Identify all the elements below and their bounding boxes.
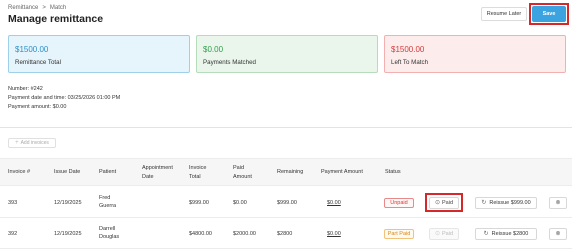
- header-invoice-total-line2: Total: [189, 174, 201, 180]
- left-to-match-card: $1500.00 Left To Match: [384, 35, 566, 73]
- close-circle-icon: ⊗: [555, 231, 561, 237]
- row-issue-date: 12/19/2025: [54, 231, 82, 237]
- table-row: 393 12/19/2025 Fred Guerra $999.00 $0.00…: [0, 188, 572, 218]
- mark-paid-label: Paid: [442, 231, 454, 237]
- reissue-button[interactable]: ↻ Reissue $2800: [475, 228, 537, 240]
- header-invoice-total-line1: Invoice: [189, 165, 207, 171]
- row-patient: Darrell Douglas: [99, 225, 119, 241]
- header-appointment-line1: Appointment: [142, 165, 173, 171]
- breadcrumb: Remittance > Match: [8, 5, 66, 11]
- resume-later-button[interactable]: Resume Later: [481, 7, 527, 21]
- save-button[interactable]: Save: [532, 6, 566, 22]
- header-paid-amount-line1: Paid: [233, 165, 245, 171]
- breadcrumb-separator: >: [42, 5, 46, 11]
- row-paid-amount: $0.00: [233, 200, 247, 206]
- close-circle-icon: ⊗: [555, 200, 561, 206]
- add-invoices-label: Add invoices: [20, 140, 49, 146]
- mark-paid-button[interactable]: ⊙ Paid: [429, 228, 459, 240]
- header-remaining: Remaining: [277, 169, 304, 175]
- row-remaining: $999.00: [277, 200, 297, 206]
- remittance-total-card: $1500.00 Remittance Total: [8, 35, 190, 73]
- payments-matched-amount: $0.00: [203, 45, 224, 54]
- reissue-label: Reissue $999.00: [489, 200, 531, 206]
- section-divider: [0, 127, 572, 128]
- row-invoice-total: $4800.00: [189, 231, 212, 237]
- check-circle-icon: ⊙: [434, 231, 440, 237]
- plus-icon: +: [15, 140, 19, 146]
- header-appointment-line2: Date: [142, 174, 154, 180]
- header-payment-amount: Payment Amount: [321, 169, 363, 175]
- breadcrumb-remittance-link[interactable]: Remittance: [8, 5, 38, 11]
- row-patient-last: Guerra: [99, 203, 117, 209]
- row-patient-last: Douglas: [99, 234, 120, 240]
- payment-amount-text: Payment amount: $0.00: [8, 104, 67, 110]
- remittance-number: Number: #242: [8, 86, 43, 92]
- row-patient-first: Fred: [99, 195, 111, 201]
- header-invoice: Invoice #: [8, 169, 31, 175]
- payments-matched-card: $0.00 Payments Matched: [196, 35, 378, 73]
- reissue-button[interactable]: ↻ Reissue $999.00: [475, 197, 537, 209]
- add-invoices-button[interactable]: + Add invoices: [8, 138, 56, 148]
- header-paid-amount-line2: Amount: [233, 174, 252, 180]
- row-invoice-total: $999.00: [189, 200, 209, 206]
- page-title: Manage remittance: [8, 13, 104, 25]
- refresh-icon: ↻: [483, 231, 489, 237]
- left-to-match-label: Left To Match: [391, 59, 429, 66]
- header-invoice-total: Invoice Total: [189, 164, 206, 182]
- status-badge: Unpaid: [384, 198, 414, 208]
- payment-datetime: Payment date and time: 03/25/2026 01:00 …: [8, 95, 121, 101]
- row-invoice-number: 392: [8, 231, 18, 237]
- remove-row-button[interactable]: ⊗: [549, 197, 567, 209]
- left-to-match-amount: $1500.00: [391, 45, 425, 54]
- status-badge: Part Paid: [384, 229, 414, 239]
- row-issue-date: 12/19/2025: [54, 200, 82, 206]
- header-patient: Patient: [99, 169, 117, 175]
- row-payment-amount-input[interactable]: $0.00: [327, 230, 341, 238]
- row-paid-amount: $2000.00: [233, 231, 256, 237]
- header-appointment-date: Appointment Date: [142, 164, 173, 182]
- reissue-label: Reissue $2800: [491, 231, 529, 237]
- header-issue-date: Issue Date: [54, 169, 81, 175]
- row-payment-amount-input[interactable]: $0.00: [327, 199, 341, 207]
- row-patient-first: Darrell: [99, 226, 116, 232]
- table-header: Invoice # Issue Date Patient Appointment…: [0, 158, 572, 186]
- remittance-total-amount: $1500.00: [15, 45, 49, 54]
- breadcrumb-current: Match: [49, 5, 67, 11]
- row-patient: Fred Guerra: [99, 194, 116, 210]
- row-invoice-number: 393: [8, 200, 18, 206]
- row-remaining: $2800: [277, 231, 293, 237]
- remittance-total-label: Remittance Total: [15, 59, 61, 66]
- payments-matched-label: Payments Matched: [203, 59, 256, 66]
- paid-highlight-frame: [425, 193, 463, 212]
- table-row: 392 12/19/2025 Darrell Douglas $4800.00 …: [0, 219, 572, 249]
- header-status: Status: [385, 169, 401, 175]
- refresh-icon: ↻: [481, 200, 487, 206]
- remove-row-button[interactable]: ⊗: [549, 228, 567, 240]
- header-paid-amount: Paid Amount: [233, 164, 252, 182]
